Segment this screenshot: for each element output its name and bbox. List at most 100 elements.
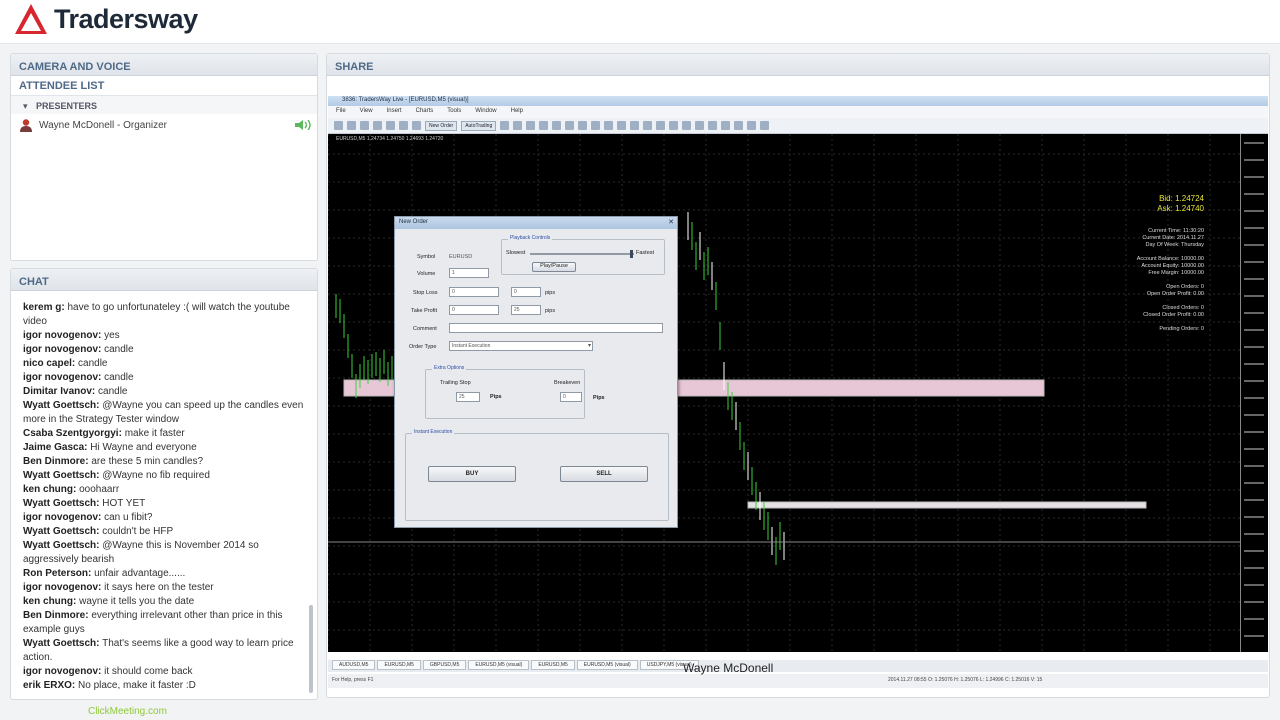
support-zone <box>747 501 1147 509</box>
price-axis-tick <box>1244 414 1264 416</box>
price-axis-tick <box>1244 244 1264 246</box>
price-axis-tick <box>1244 363 1264 365</box>
toolbar-text-icon[interactable] <box>734 121 744 130</box>
ordertype-value: Instant Execution <box>452 343 491 349</box>
mt-menu-item[interactable]: Tools <box>447 108 461 118</box>
new-order-dialog: New Order ✕ Symbol EURUSD Volume 1 Stop … <box>394 216 678 528</box>
takeprofit-pips-label: pips <box>545 308 556 314</box>
chat-text: candle <box>75 358 108 369</box>
presenter-caption: Wayne McDonell <box>683 661 774 675</box>
stoploss-input[interactable]: 0 <box>449 287 499 297</box>
play-pause-button[interactable]: Play/Pause <box>532 262 576 272</box>
mt-menu-item[interactable]: View <box>360 108 373 118</box>
takeprofit-pips-input[interactable]: 25 <box>511 305 541 315</box>
account-info-line <box>1137 277 1204 284</box>
toolbar-indicators-icon[interactable] <box>604 121 614 130</box>
toolbar-channel-icon[interactable] <box>708 121 718 130</box>
sell-button[interactable]: SELL <box>560 466 648 482</box>
toolbar-line-chart-icon[interactable] <box>526 121 536 130</box>
toolbar-periods-icon[interactable] <box>617 121 627 130</box>
attendee-name: Wayne McDonell - Organizer <box>39 119 168 131</box>
toolbar-candles-icon[interactable] <box>513 121 523 130</box>
toolbar-templates-icon[interactable] <box>630 121 640 130</box>
status-help: For Help, press F1 <box>332 677 374 683</box>
mt-menu-item[interactable]: Window <box>475 108 496 118</box>
clickmeeting-link[interactable]: ClickMeeting.com <box>88 706 167 717</box>
price-axis-tick <box>1244 142 1264 144</box>
chevron-down-icon[interactable]: ▾ <box>588 342 591 349</box>
chat-username: Ben Dinmore: <box>23 610 89 621</box>
chat-text: @Wayne no fib required <box>99 470 210 481</box>
attendee-row[interactable]: Wayne McDonell - Organizer <box>11 114 317 136</box>
toolbar-profiles-icon[interactable] <box>347 121 356 130</box>
breakeven-input[interactable]: 0 <box>560 392 582 402</box>
toolbar-zoom-in-icon[interactable] <box>539 121 549 130</box>
toolbar-arrows-icon[interactable] <box>760 121 770 130</box>
takeprofit-input[interactable]: 0 <box>449 305 499 315</box>
tradersway-logo: Tradersway <box>14 0 198 38</box>
buy-button[interactable]: BUY <box>428 466 516 482</box>
new-order-button[interactable]: New Order <box>425 120 458 131</box>
trailing-stop-input[interactable]: 25 <box>456 392 480 402</box>
chart-tab[interactable]: EURUSD,M5 (visual) <box>576 660 638 670</box>
toolbar-market-watch-icon[interactable] <box>360 121 369 130</box>
toolbar-navigator-icon[interactable] <box>386 121 395 130</box>
chat-username: ken chung: <box>23 484 77 495</box>
toolbar-zoom-out-icon[interactable] <box>552 121 562 130</box>
chat-text: unfair advantage...... <box>91 568 186 579</box>
playback-title: Playback Controls <box>508 235 553 241</box>
chart-tab[interactable]: EURUSD,M5 <box>377 660 421 670</box>
toolbar-tile-icon[interactable] <box>565 121 575 130</box>
chat-message: igor novogenov: it says here on the test… <box>23 581 315 595</box>
toolbar-label-icon[interactable] <box>747 121 757 130</box>
chart-tab[interactable]: EURUSD,M5 <box>531 660 575 670</box>
chart-tab[interactable]: EURUSD,M5 (visual) <box>468 660 530 670</box>
toolbar-tester-icon[interactable] <box>412 121 421 130</box>
toolbar-fibo-icon[interactable] <box>721 121 731 130</box>
toolbar-hline-icon[interactable] <box>682 121 692 130</box>
chat-text: it should come back <box>101 666 193 677</box>
toolbar-trendline-icon[interactable] <box>695 121 705 130</box>
toolbar-shift-icon[interactable] <box>591 121 601 130</box>
extra-options-title: Extra Options <box>432 365 467 371</box>
autotrading-button[interactable]: AutoTrading <box>461 120 497 131</box>
toolbar-vline-icon[interactable] <box>669 121 679 130</box>
chart-tab[interactable]: GBPUSD,M5 <box>422 660 467 670</box>
comment-input[interactable] <box>449 323 663 333</box>
chat-text: ooohaarr <box>76 484 120 495</box>
chat-scrollbar[interactable] <box>309 605 313 693</box>
account-info-line: Current Date: 2014.11.27 <box>1142 235 1204 241</box>
presenters-header[interactable]: ▾ PRESENTERS <box>11 96 317 114</box>
chat-username: Csaba Szentgyorgyi: <box>23 428 122 439</box>
speed-slider[interactable] <box>530 253 634 255</box>
chat-username: ken chung: <box>23 596 77 607</box>
camera-voice-panel: CAMERA AND VOICE ATTENDEE LIST ▾ PRESENT… <box>10 53 318 261</box>
comment-label: Comment <box>413 326 437 332</box>
chat-username: Wyatt Goettsch: <box>23 540 100 551</box>
mt-menu-item[interactable]: File <box>336 108 346 118</box>
chart-tab[interactable]: AUDUSD,M5 <box>332 660 376 670</box>
toolbar-cursor-icon[interactable] <box>643 121 653 130</box>
mt-menu-item[interactable]: Insert <box>387 108 402 118</box>
chart-header: EURUSD,M5 1.24734 1.24750 1.24693 1.2472… <box>336 136 444 142</box>
stoploss-pips-input[interactable]: 0 <box>511 287 541 297</box>
close-icon[interactable]: ✕ <box>668 218 674 226</box>
speaker-icon[interactable] <box>295 120 313 130</box>
toolbar-autoscroll-icon[interactable] <box>578 121 588 130</box>
dialog-title: New Order ✕ <box>395 217 677 229</box>
speed-slider-handle[interactable] <box>630 250 633 258</box>
toolbar-terminal-icon[interactable] <box>399 121 408 130</box>
price-axis-tick <box>1244 312 1264 314</box>
mt-menu-item[interactable]: Charts <box>416 108 434 118</box>
chat-message: Jaime Gasca: Hi Wayne and everyone <box>23 441 315 455</box>
toolbar-bar-chart-icon[interactable] <box>500 121 510 130</box>
chat-text: yes <box>101 330 120 341</box>
mt-menu-item[interactable]: Help <box>511 108 523 118</box>
ordertype-select[interactable]: Instant Execution ▾ <box>449 341 593 351</box>
toolbar-new-chart-icon[interactable] <box>334 121 343 130</box>
toolbar-crosshair-icon[interactable] <box>656 121 666 130</box>
chat-message: Csaba Szentgyorgyi: make it faster <box>23 427 315 441</box>
breakeven-pips-label: Pips <box>593 395 605 401</box>
toolbar-data-window-icon[interactable] <box>373 121 382 130</box>
volume-input[interactable]: 1 <box>449 268 489 278</box>
